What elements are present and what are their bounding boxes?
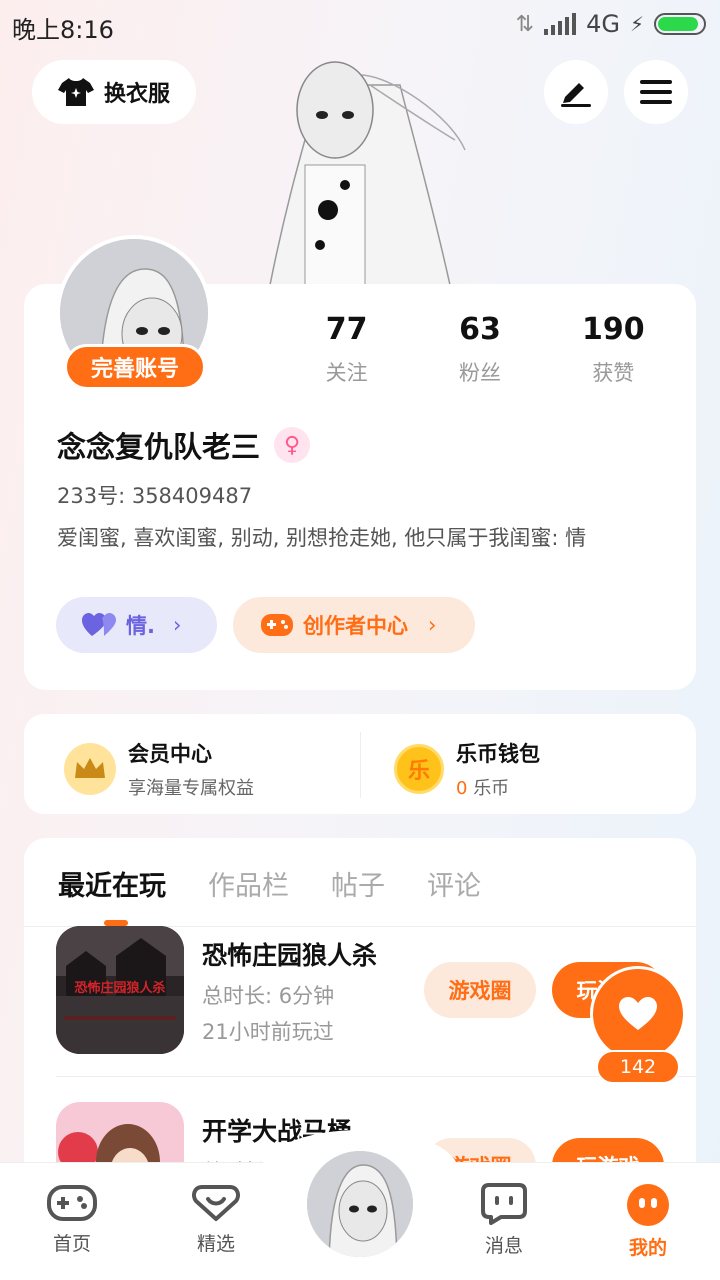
user-id: 233号: 358409487 (57, 484, 253, 508)
nav-home[interactable]: 首页 (27, 1183, 117, 1256)
stat-label: 获赞 (592, 361, 635, 385)
coin-wallet-title: 乐币钱包 (456, 742, 540, 766)
coin-wallet-balance: 0 乐币 (456, 774, 540, 800)
status-time: 晚上8:16 (12, 16, 114, 44)
change-outfit-button[interactable]: 换衣服 (32, 60, 196, 124)
pen-icon (561, 83, 591, 107)
stat-value: 63 (459, 312, 501, 347)
coin-balance-unit: 乐币 (473, 778, 510, 799)
game-circle-button[interactable]: 游戏圈 (424, 962, 536, 1018)
message-icon (481, 1183, 527, 1225)
edit-profile-button[interactable] (544, 60, 608, 124)
game-duration: 总时长: 6分钟 (202, 984, 335, 1008)
chevron-right-icon: › (428, 613, 437, 637)
chevron-right-icon: › (172, 613, 182, 637)
creator-center-label: 创作者中心 (303, 614, 408, 638)
relationship-pill[interactable]: 情. › (56, 597, 217, 653)
gamepad-plus-icon (261, 614, 293, 636)
relationship-label: 情. (126, 614, 155, 638)
tshirt-icon (57, 78, 94, 106)
stat-likes[interactable]: 190 获赞 (547, 312, 680, 387)
nav-messages[interactable]: 消息 (459, 1183, 549, 1258)
nav-featured[interactable]: 精选 (171, 1183, 261, 1256)
data-sync-icon: ⇅ (515, 11, 535, 37)
female-gender-icon: ♀ (274, 427, 311, 463)
gamepad-icon (47, 1185, 97, 1221)
profile-tabs: 最近在玩 作品栏 帖子 评论 (58, 864, 481, 903)
game-icon-horror-manor[interactable]: 恐怖庄园狼人杀 (56, 926, 184, 1054)
member-center-subtitle: 享海量专属权益 (128, 778, 254, 799)
battery-icon (654, 13, 706, 35)
charging-icon: ⚡ (629, 12, 644, 36)
coin-balance-value: 0 (456, 778, 468, 799)
status-icons: ⇅ 4G ⚡ (516, 10, 706, 38)
menu-button[interactable] (624, 60, 688, 124)
stat-label: 关注 (325, 361, 368, 385)
stat-following[interactable]: 77 关注 (280, 312, 413, 387)
profile-face-icon (627, 1184, 669, 1226)
nav-me[interactable]: 我的 (603, 1183, 693, 1260)
user-bio: 爱闺蜜, 喜欢闺蜜, 别动, 别想抢走她, 他只属于我闺蜜: 情 (57, 526, 587, 550)
signal-icon (544, 13, 577, 35)
coin-wallet-entry[interactable]: 乐 乐币钱包 0 乐币 (394, 738, 540, 800)
tab-posts[interactable]: 帖子 (331, 864, 385, 903)
avatar-character-figure[interactable] (250, 45, 470, 285)
member-center-title: 会员中心 (128, 742, 212, 766)
game-last-played: 21小时前玩过 (202, 1020, 334, 1044)
le-coin-icon: 乐 (394, 744, 444, 794)
tab-recently-played[interactable]: 最近在玩 (58, 864, 166, 903)
tab-comments[interactable]: 评论 (427, 864, 481, 903)
game-icon-title: 恐怖庄园狼人杀 (74, 981, 166, 996)
vip-divider (360, 732, 361, 798)
stat-value: 190 (582, 312, 645, 347)
stat-followers[interactable]: 63 粉丝 (413, 312, 546, 387)
crown-icon (64, 743, 116, 795)
member-center-entry[interactable]: 会员中心 享海量专属权益 (64, 738, 254, 800)
vip-card: 会员中心 享海量专属权益 乐 乐币钱包 0 乐币 (24, 714, 696, 814)
complete-account-button[interactable]: 完善账号 (64, 344, 206, 390)
heart-icon (619, 997, 657, 1030)
nav-center-avatar[interactable] (304, 1148, 416, 1260)
game-title: 恐怖庄园狼人杀 (202, 941, 378, 970)
network-type: 4G (586, 10, 620, 38)
double-heart-icon (82, 613, 116, 636)
hamburger-icon (640, 80, 672, 104)
change-outfit-label: 换衣服 (103, 82, 170, 107)
status-bar: 晚上8:16 ⇅ 4G ⚡ (0, 0, 720, 50)
username: 念念复仇队老三 (57, 430, 261, 464)
nav-messages-label: 消息 (484, 1235, 523, 1257)
like-count-badge: 142 (596, 1050, 680, 1084)
tab-works[interactable]: 作品栏 (208, 864, 289, 903)
floating-like-button[interactable] (590, 966, 686, 1062)
stat-label: 粉丝 (458, 361, 501, 385)
stat-value: 77 (325, 312, 368, 347)
profile-stats: 77 关注 63 粉丝 190 获赞 (280, 312, 680, 387)
nav-me-label: 我的 (628, 1237, 667, 1259)
nav-featured-label: 精选 (196, 1233, 235, 1255)
nav-home-label: 首页 (52, 1233, 91, 1255)
heart-chat-icon (192, 1185, 240, 1221)
username-row: 念念复仇队老三 ♀ (57, 424, 311, 466)
creator-center-pill[interactable]: 创作者中心 › (233, 597, 475, 653)
